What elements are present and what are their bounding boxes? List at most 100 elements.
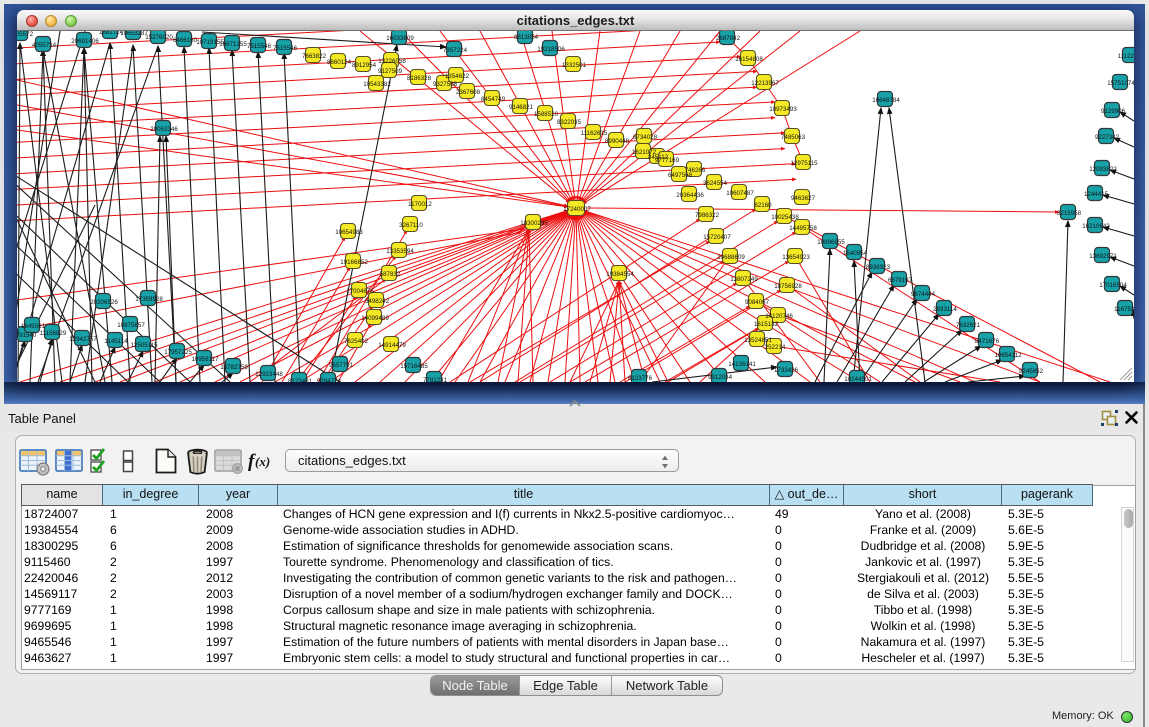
svg-text:4055724: 4055724 xyxy=(32,42,57,49)
svg-text:19166852: 19166852 xyxy=(340,259,368,266)
svg-text:2367608: 2367608 xyxy=(456,89,481,96)
svg-text:14914479: 14914479 xyxy=(378,342,406,349)
svg-text:7632621: 7632621 xyxy=(956,322,981,329)
svg-text:16210643: 16210643 xyxy=(1082,223,1110,230)
svg-text:15751074: 15751074 xyxy=(1107,80,1134,87)
svg-text:14136141: 14136141 xyxy=(728,361,756,368)
svg-text:252214: 252214 xyxy=(765,344,786,351)
svg-text:10025438: 10025438 xyxy=(771,214,799,221)
svg-text:7515546: 7515546 xyxy=(247,43,272,50)
svg-text:16033809: 16033809 xyxy=(386,35,414,42)
svg-text:1354622: 1354622 xyxy=(445,73,470,80)
svg-text:20053346: 20053346 xyxy=(150,126,178,133)
svg-text:1733426: 1733426 xyxy=(774,367,799,374)
svg-text:5498242: 5498242 xyxy=(365,298,390,305)
svg-text:7781231: 7781231 xyxy=(423,377,448,382)
svg-text:3624554: 3624554 xyxy=(703,180,728,187)
svg-text:10654112: 10654112 xyxy=(994,352,1022,359)
svg-text:1588520: 1588520 xyxy=(534,111,559,118)
svg-text:3267110: 3267110 xyxy=(399,222,423,229)
svg-text:17359928: 17359928 xyxy=(135,296,163,303)
svg-text:8215958: 8215958 xyxy=(1057,210,1082,217)
svg-text:10975857: 10975857 xyxy=(117,322,145,329)
svg-text:17004676: 17004676 xyxy=(346,288,374,295)
svg-text:9777169: 9777169 xyxy=(655,157,680,164)
svg-text:62160: 62160 xyxy=(754,202,772,209)
svg-text:20364436: 20364436 xyxy=(676,192,704,199)
svg-text:10543382: 10543382 xyxy=(363,81,391,88)
svg-text:8813054: 8813054 xyxy=(514,34,539,41)
svg-text:746266: 746266 xyxy=(685,167,706,174)
svg-text:13353594: 13353594 xyxy=(386,248,414,255)
svg-text:9127509: 9127509 xyxy=(378,68,403,75)
svg-text:9245652: 9245652 xyxy=(1019,368,1044,375)
svg-text:18300295: 18300295 xyxy=(520,220,548,227)
svg-text:10958117: 10958117 xyxy=(191,356,219,363)
svg-text:11122334: 11122334 xyxy=(1118,53,1134,60)
svg-text:12093822: 12093822 xyxy=(1089,166,1117,173)
svg-text:587832: 587832 xyxy=(380,271,401,278)
svg-text:14099489: 14099489 xyxy=(361,315,389,322)
svg-text:13226058: 13226058 xyxy=(378,58,406,65)
svg-text:8938923: 8938923 xyxy=(866,264,891,271)
svg-text:15720407: 15720407 xyxy=(703,234,731,241)
svg-text:9227342: 9227342 xyxy=(1095,134,1120,141)
svg-text:8990448: 8990448 xyxy=(605,138,630,145)
svg-text:7663822: 7663822 xyxy=(302,53,327,60)
svg-text:9284774: 9284774 xyxy=(317,378,342,382)
svg-text:7986322: 7986322 xyxy=(695,212,720,219)
svg-text:8123401: 8123401 xyxy=(288,378,313,382)
svg-text:1170012: 1170012 xyxy=(408,201,432,208)
svg-text:7515546: 7515546 xyxy=(273,45,298,52)
svg-text:8660124: 8660124 xyxy=(327,59,352,66)
svg-text:9084067: 9084067 xyxy=(745,299,770,306)
svg-text:18756928: 18756928 xyxy=(774,283,802,290)
svg-text:13524851: 13524851 xyxy=(744,337,772,344)
svg-text:9657791: 9657791 xyxy=(329,362,354,369)
svg-text:1145114: 1145114 xyxy=(104,338,128,345)
svg-text:13654923: 13654923 xyxy=(782,254,810,261)
svg-text:11162615: 11162615 xyxy=(581,130,608,137)
svg-text:14120746: 14120746 xyxy=(765,313,793,320)
svg-text:9912034: 9912034 xyxy=(708,374,733,381)
svg-text:1244415: 1244415 xyxy=(1084,191,1109,198)
svg-text:16782759: 16782759 xyxy=(220,364,248,371)
svg-text:16154808: 16154808 xyxy=(735,56,763,63)
svg-text:12213967: 12213967 xyxy=(751,80,779,87)
svg-text:8186328: 8186328 xyxy=(407,75,432,82)
svg-text:7485063: 7485063 xyxy=(781,134,806,141)
svg-text:391540: 391540 xyxy=(17,332,37,339)
svg-text:9674444: 9674444 xyxy=(911,291,936,298)
svg-text:9463627: 9463627 xyxy=(791,195,816,202)
svg-text:10607487: 10607487 xyxy=(726,190,754,197)
svg-text:17016504: 17016504 xyxy=(1099,282,1127,289)
svg-text:1332501: 1332501 xyxy=(562,62,587,69)
svg-text:10896955: 10896955 xyxy=(817,239,845,246)
svg-text:8123776: 8123776 xyxy=(628,375,653,382)
svg-text:7357224: 7357224 xyxy=(443,47,468,54)
svg-text:9146821: 9146821 xyxy=(509,104,534,111)
svg-text:2687842: 2687842 xyxy=(716,35,741,42)
svg-text:19384554: 19384554 xyxy=(606,271,634,278)
svg-text:1645061: 1645061 xyxy=(21,323,46,330)
svg-text:20206526: 20206526 xyxy=(90,299,118,306)
svg-text:9129906: 9129906 xyxy=(1101,108,1126,115)
svg-text:(x): (x) xyxy=(255,454,270,469)
svg-text:12942757: 12942757 xyxy=(69,336,97,343)
svg-text:8454749: 8454749 xyxy=(481,96,506,103)
svg-text:15716485: 15716485 xyxy=(400,363,428,370)
svg-text:15276020: 15276020 xyxy=(145,34,173,41)
svg-text:10688609: 10688609 xyxy=(717,254,745,261)
svg-text:7625402: 7625402 xyxy=(344,338,369,345)
svg-text:1605572: 1605572 xyxy=(17,31,34,38)
svg-text:12923448: 12923448 xyxy=(255,371,283,378)
svg-text:1615132: 1615132 xyxy=(754,321,779,328)
svg-text:13692971: 13692971 xyxy=(1089,253,1117,260)
svg-text:12505115: 12505115 xyxy=(130,342,158,349)
svg-text:10654983: 10654983 xyxy=(335,229,363,236)
svg-text:14495758: 14495758 xyxy=(789,225,817,232)
svg-text:17240007: 17240007 xyxy=(563,206,591,213)
svg-text:8912954: 8912954 xyxy=(352,62,377,69)
svg-text:1640954: 1640954 xyxy=(843,250,868,257)
svg-text:9327508: 9327508 xyxy=(433,81,458,88)
